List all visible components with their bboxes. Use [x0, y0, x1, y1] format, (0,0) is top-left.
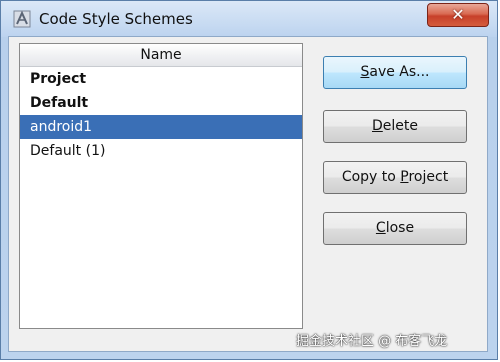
close-label: lose [385, 220, 415, 236]
save-as-label: ave As... [369, 64, 430, 80]
list-item[interactable]: Project [20, 67, 302, 91]
scheme-list[interactable]: Name Project Default android1 Default (1… [19, 43, 303, 329]
save-as-button[interactable]: Save As... [323, 56, 467, 89]
close-mnemonic: C [375, 220, 386, 236]
copy-to-project-label: roject [408, 169, 449, 185]
list-item[interactable]: Default [20, 91, 302, 115]
list-item-selected[interactable]: android1 [20, 115, 302, 139]
window-close-button[interactable]: ✕ [427, 3, 489, 27]
app-icon [13, 10, 31, 28]
copy-to-project-button[interactable]: Copy to Project [323, 161, 467, 194]
delete-label: elete [382, 118, 418, 134]
delete-mnemonic: D [372, 118, 383, 134]
list-item[interactable]: Default (1) [20, 139, 302, 163]
close-button[interactable]: Close [323, 212, 467, 245]
copy-to-project-prefix: Copy to [341, 169, 401, 185]
title-bar[interactable]: Code Style Schemes ✕ [1, 1, 497, 37]
watermark-text: 掘金技术社区 @ 布客飞龙 [296, 334, 448, 349]
close-icon: ✕ [451, 5, 465, 24]
delete-button[interactable]: Delete [323, 110, 467, 143]
column-header-name[interactable]: Name [20, 44, 302, 67]
window-title: Code Style Schemes [39, 10, 193, 28]
